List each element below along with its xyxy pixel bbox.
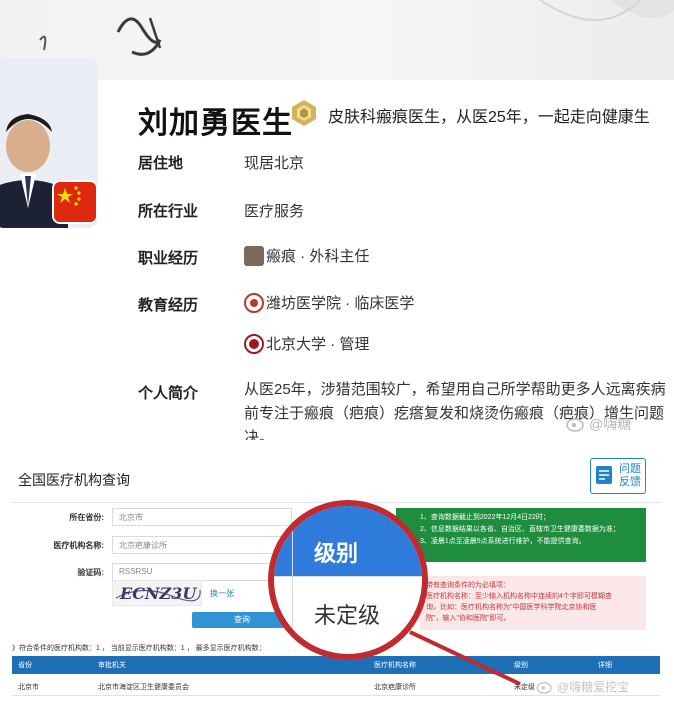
hint-line: 院"，输入"协和医院"即可。: [426, 615, 511, 622]
query-title: 全国医疗机构查询: [18, 472, 130, 488]
cell-province: 北京市: [18, 684, 39, 691]
col-header-detail: 详细: [598, 662, 612, 669]
profile-card: 刘加勇医生 皮肤科瘢痕医生，从医25年，一起走向健康生 居住地 现居北京 所在行…: [0, 0, 674, 440]
magnifier-gridline: [292, 506, 293, 654]
education-label: 教育经历: [138, 297, 199, 314]
col-header-level: 级别: [514, 662, 528, 669]
weibo-icon: [536, 681, 552, 694]
notice-line: 3、凌晨1点至凌晨5点系统进行维护，不能提供查询。: [420, 538, 586, 545]
career-value-text: 瘢痕 · 外科主任: [266, 248, 370, 265]
residence-label: 居住地: [138, 155, 184, 172]
magnifier-callout: 级别 未定级: [268, 500, 428, 660]
watermark: @嗨糖: [566, 414, 631, 434]
hint-line: 带有查询条件的为必填项：: [426, 582, 510, 589]
captcha-area: ECNZ3U 换一张: [111, 579, 234, 611]
feedback-label: 问题 反馈: [619, 463, 641, 489]
watermark-text: @嗨糖: [589, 416, 632, 432]
province-label: 所在省份:: [69, 513, 104, 522]
captcha-image-text: ECNZ3U: [119, 584, 197, 603]
bio-label: 个人简介: [138, 385, 199, 402]
bio-line: 从医25年，涉猎范围较广，希望用自己所学帮助更多人远离疾病: [244, 381, 666, 398]
university-seal-icon: [244, 333, 264, 354]
result-summary: 》符合条件的医疗机构数：1 ， 当前显示医疗机构数：1 ， 最多显示医疗机构数：: [12, 645, 266, 652]
signature-decoration: [39, 0, 674, 56]
cell-authority: 北京市海淀区卫生健康委员会: [98, 684, 189, 691]
org-name-input[interactable]: 北京疤康诊所: [112, 536, 292, 554]
china-flag-icon: [52, 180, 98, 224]
industry-label: 所在行业: [138, 203, 199, 220]
feedback-icon: [596, 466, 612, 484]
col-header-org-name: 医疗机构名称: [374, 662, 416, 669]
cell-level: 未定级: [514, 684, 535, 691]
feedback-label-line2: 反馈: [619, 476, 641, 488]
watermark-text: @嗨糖爱挖宝: [557, 680, 630, 694]
residence-value: 现居北京: [244, 152, 304, 173]
org-name-label: 医疗机构名称:: [53, 541, 104, 550]
doctor-name: 刘加勇医生: [138, 107, 293, 140]
watermark: @嗨糖爱挖宝: [536, 678, 629, 695]
notice-line: 2、信息数据结果以各省、自治区、直辖市卫生健康委数据为准；: [420, 526, 620, 533]
captcha-label: 验证码:: [77, 568, 104, 577]
magnifier-value: 未定级: [314, 603, 381, 628]
doctor-tagline: 皮肤科瘢痕医生，从医25年，一起走向健康生: [328, 109, 650, 126]
university-seal-icon: [244, 292, 264, 313]
captcha-input[interactable]: RSSRSU: [112, 563, 292, 581]
cell-org-name: 北京疤康诊所: [374, 684, 416, 691]
education-value-1[interactable]: 潍坊医学院 · 临床医学: [244, 292, 414, 313]
profile-banner: [0, 0, 674, 80]
education-value-2[interactable]: 北京大学 · 管理: [244, 333, 369, 354]
residence-value-text: 现居北京: [244, 155, 305, 172]
province-select[interactable]: 北京市: [112, 508, 292, 526]
col-header-province: 省份: [18, 662, 32, 669]
captcha-image[interactable]: ECNZ3U: [111, 579, 203, 607]
hint-box: 带有查询条件的为必填项： 医疗机构名称：至少输入机构名称中连续的4个字即可模糊查…: [420, 576, 646, 630]
feedback-button[interactable]: 问题 反馈: [590, 458, 646, 494]
scar-thumbnail-icon: [244, 245, 264, 266]
hint-line: 询，比如：医疗机构名称为"中国医学科学院北京协和医: [426, 604, 597, 611]
education-value-2-text: 北京大学 · 管理: [266, 336, 370, 353]
notice-line: 1、查询数据截止到2022年12月4日22时；: [420, 514, 550, 521]
weibo-icon: [566, 418, 584, 432]
col-header-authority: 审批机关: [98, 662, 126, 669]
career-value[interactable]: 瘢痕 · 外科主任: [244, 245, 369, 266]
magnifier-gridline: [274, 576, 422, 577]
hint-line: 医疗机构名称：至少输入机构名称中连续的4个字即可模糊查: [426, 593, 612, 600]
notice-box: 1、查询数据截止到2022年12月4日22时； 2、信息数据结果以各省、自治区、…: [396, 508, 646, 562]
refresh-captcha-link[interactable]: 换一张: [210, 588, 234, 599]
feedback-label-line1: 问题: [619, 463, 641, 475]
industry-value-text: 医疗服务: [244, 203, 305, 220]
career-label: 职业经历: [138, 250, 199, 267]
education-value-1-text: 潍坊医学院 · 临床医学: [266, 295, 415, 312]
industry-value: 医疗服务: [244, 200, 304, 221]
gold-medal-icon: [290, 99, 318, 127]
magnifier-header: 级别: [314, 541, 359, 566]
